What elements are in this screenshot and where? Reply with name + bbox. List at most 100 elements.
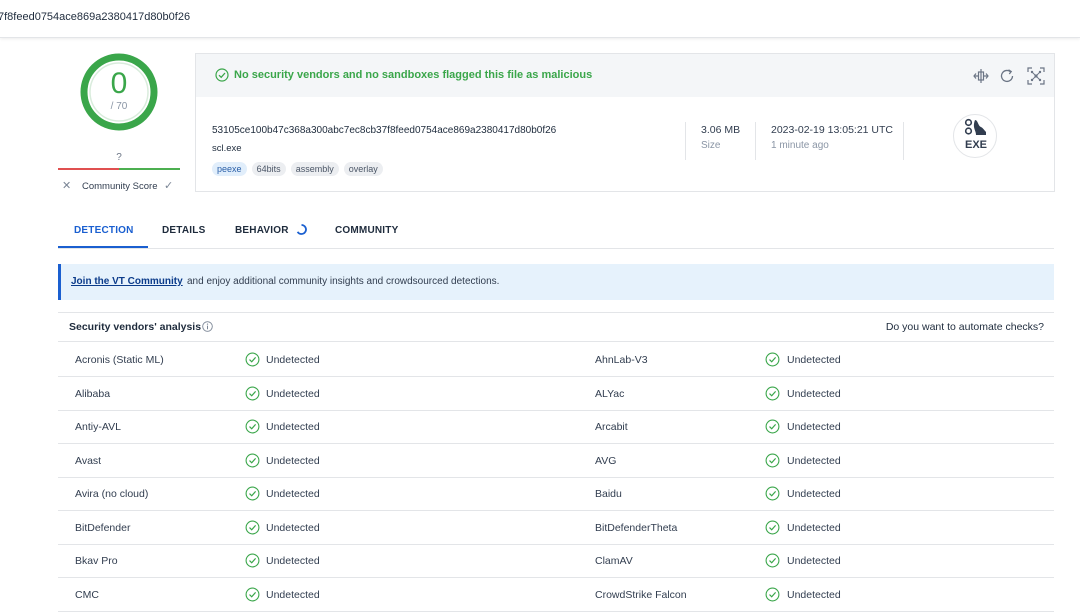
check-circle-icon [245,453,260,468]
engine-total: / 70 [110,101,128,112]
table-row: CMC Undetected CrowdStrike Falcon Undete… [58,578,1054,612]
file-tags: peexe 64bits assembly overlay [212,162,385,176]
verdict-banner: No security vendors and no sandboxes fla… [196,54,1054,97]
vote-harmless-icon[interactable]: ✓ [164,179,173,192]
divider [685,122,686,160]
table-row: Acronis (Static ML) Undetected AhnLab-V3… [58,343,1054,377]
detection-score-gauge: 0 / 70 [79,52,159,132]
community-score-row: ✕ Community Score ✓ [58,179,180,193]
info-icon[interactable] [202,321,213,332]
vendor-name: AhnLab-V3 [595,354,648,366]
vendor-status: Undetected [266,555,320,567]
analysis-date-relative: 1 minute ago [771,140,829,151]
check-circle-icon [245,520,260,535]
vendor-name: Baidu [595,488,622,500]
check-circle-icon [215,68,229,82]
vendor-name: Bkav Pro [75,555,118,567]
active-tab-indicator [58,246,148,248]
vendor-status: Undetected [787,388,841,400]
vendor-name: ALYac [595,388,625,400]
vendor-status: Undetected [266,589,320,601]
check-circle-icon [245,553,260,568]
file-type-icon [964,118,986,135]
vendor-name: Alibaba [75,388,111,400]
tag-assembly[interactable]: assembly [290,162,339,176]
divider [903,122,904,160]
check-circle-icon [765,553,780,568]
vendor-name: BitDefenderTheta [595,522,678,534]
table-row: Avast Undetected AVG Undetected [58,444,1054,478]
vendor-name: BitDefender [75,522,131,534]
vendor-name: CMC [75,589,99,601]
vendor-status: Undetected [787,354,841,366]
tab-community[interactable]: COMMUNITY [335,225,398,236]
vendor-status: Undetected [787,555,841,567]
detection-count: 0 [110,67,128,100]
analysis-date-value: 2023-02-19 13:05:21 UTC [771,124,893,136]
vendor-name: Acronis (Static ML) [75,354,164,366]
community-score-value: ? [116,152,122,163]
check-circle-icon [245,352,260,367]
reanalyze-icon[interactable] [998,67,1016,85]
graph-icon[interactable] [1027,67,1045,85]
verdict-message: No security vendors and no sandboxes fla… [234,69,593,81]
check-circle-icon [245,419,260,434]
vendor-name: Avast [75,455,102,467]
join-community-text: and enjoy additional community insights … [187,276,500,287]
vendor-status: Undetected [787,522,841,534]
compare-icon[interactable] [972,67,990,85]
loading-spinner-icon [296,224,307,235]
check-circle-icon [765,386,780,401]
vendor-name: Antiy-AVL [75,421,121,433]
file-type-badge: EXE [953,114,997,158]
vendor-status: Undetected [266,488,320,500]
check-circle-icon [765,419,780,434]
join-community-link[interactable]: Join the VT Community [71,276,183,287]
vendor-status: Undetected [266,354,320,366]
vote-malicious-icon[interactable]: ✕ [62,179,71,192]
vendor-status: Undetected [787,421,841,433]
vendor-name: Arcabit [595,421,628,433]
vendor-status: Undetected [266,421,320,433]
file-type-label: EXE [964,139,987,151]
file-sha256[interactable]: 53105ce100b47c368a300abc7ec8cb37f8feed07… [212,125,556,136]
vendor-name: CrowdStrike Falcon [595,589,687,601]
search-bar-text[interactable]: 7f8feed0754ace869a2380417d80b0f26 [0,11,190,23]
tag-overlay[interactable]: overlay [343,162,383,176]
tag-64bits[interactable]: 64bits [251,162,286,176]
file-size-value: 3.06 MB [701,124,741,136]
tag-peexe[interactable]: peexe [212,162,247,176]
file-name: scl.exe [212,143,242,154]
table-row: Bkav Pro Undetected ClamAV Undetected [58,544,1054,578]
report-tabs: DETECTION DETAILS BEHAVIOR COMMUNITY [58,214,1054,249]
file-summary-card: No security vendors and no sandboxes fla… [195,53,1055,192]
automate-checks-link[interactable]: Do you want to automate checks? [886,321,1044,333]
vendor-status: Undetected [787,455,841,467]
community-score-bar [58,168,180,171]
community-score-label: Community Score [82,181,158,192]
vendor-name: AVG [595,455,617,467]
vendor-status: Undetected [787,488,841,500]
vendor-status: Undetected [266,455,320,467]
check-circle-icon [245,386,260,401]
divider [755,122,756,160]
check-circle-icon [245,486,260,501]
file-size-label: Size [701,140,721,151]
vendors-header: Security vendors' analysis Do you want t… [58,312,1054,342]
vendor-status: Undetected [787,589,841,601]
check-circle-icon [765,486,780,501]
community-score-bar-positive [119,168,180,170]
community-score-bar-negative [58,168,119,170]
search-bar[interactable]: 7f8feed0754ace869a2380417d80b0f26 [0,0,1080,38]
vendor-status: Undetected [266,388,320,400]
check-circle-icon [765,453,780,468]
table-row: Avira (no cloud) Undetected Baidu Undete… [58,477,1054,511]
table-row: BitDefender Undetected BitDefenderTheta … [58,511,1054,545]
vendor-name: Avira (no cloud) [75,488,149,500]
tab-detection[interactable]: DETECTION [74,225,134,236]
vendors-title: Security vendors' analysis [69,321,202,333]
join-community-banner: Join the VT Community and enjoy addition… [58,264,1054,300]
tab-details[interactable]: DETAILS [162,225,205,236]
tab-behavior[interactable]: BEHAVIOR [235,225,289,236]
check-circle-icon [765,587,780,602]
